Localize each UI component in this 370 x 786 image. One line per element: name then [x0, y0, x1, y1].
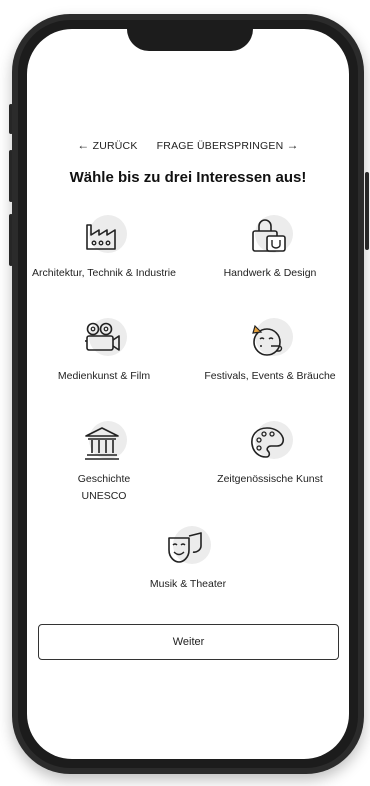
phone-notch [127, 29, 253, 51]
phone-screen: ← ZURÜCK FRAGE ÜBERSPRINGEN → Wähle bis … [27, 29, 349, 759]
continue-button[interactable]: Weiter [38, 624, 339, 660]
back-button[interactable]: ← ZURÜCK [77, 138, 137, 152]
interest-label: Architektur, Technik & Industrie [32, 267, 176, 279]
page-title: Wähle bis zu drei Interessen aus! [69, 169, 307, 186]
interest-zeitgenoessische-kunst[interactable]: Zeitgenössische Kunst [195, 421, 345, 488]
bag-icon [252, 219, 286, 252]
interest-handwerk[interactable]: Handwerk & Design [195, 215, 345, 282]
top-navigation: ← ZURÜCK FRAGE ÜBERSPRINGEN → [27, 138, 349, 152]
video-camera-icon [85, 322, 120, 351]
arrow-left-icon: ← [77, 138, 90, 152]
interest-festivals[interactable]: Festivals, Events & Bräuche [195, 318, 345, 385]
interest-label: Musik & Theater [149, 578, 227, 590]
phone-power-button [365, 172, 369, 250]
party-face-icon [252, 324, 283, 356]
skip-label: FRAGE ÜBERSPRINGEN [156, 140, 284, 152]
interest-label: Medienkunst & Film [57, 370, 151, 382]
interest-label: Festivals, Events & Bräuche [204, 370, 336, 382]
theater-masks-icon [168, 532, 202, 563]
interest-label: Zeitgenössische Kunst [217, 473, 323, 485]
factory-icon [86, 224, 116, 250]
museum-icon [85, 427, 119, 460]
interest-medienkunst[interactable]: Medienkunst & Film [29, 318, 179, 385]
arrow-right-icon: → [286, 138, 299, 152]
back-label: ZURÜCK [92, 140, 138, 152]
palette-icon [251, 427, 285, 458]
interest-architektur[interactable]: Architektur, Technik & Industrie [29, 215, 179, 282]
interest-label: Geschichte UNESCO [77, 473, 131, 502]
interest-label: Handwerk & Design [223, 267, 317, 279]
skip-question-button[interactable]: FRAGE ÜBERSPRINGEN → [157, 138, 299, 152]
interest-musik-theater[interactable]: Musik & Theater [113, 526, 263, 593]
interest-geschichte[interactable]: Geschichte UNESCO [29, 421, 179, 505]
